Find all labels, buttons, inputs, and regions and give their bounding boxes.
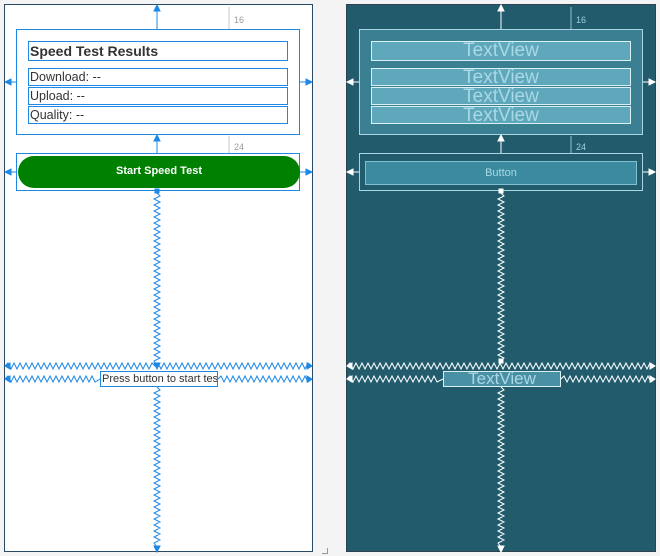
- design-surface[interactable]: Speed Test Results Download: -- Upload: …: [3, 3, 314, 554]
- design-constraints: [3, 3, 314, 554]
- resize-handle-icon[interactable]: [322, 548, 328, 554]
- blueprint-constraints: [345, 3, 657, 554]
- blueprint-surface[interactable]: TextView TextView TextView TextView Butt…: [345, 3, 657, 554]
